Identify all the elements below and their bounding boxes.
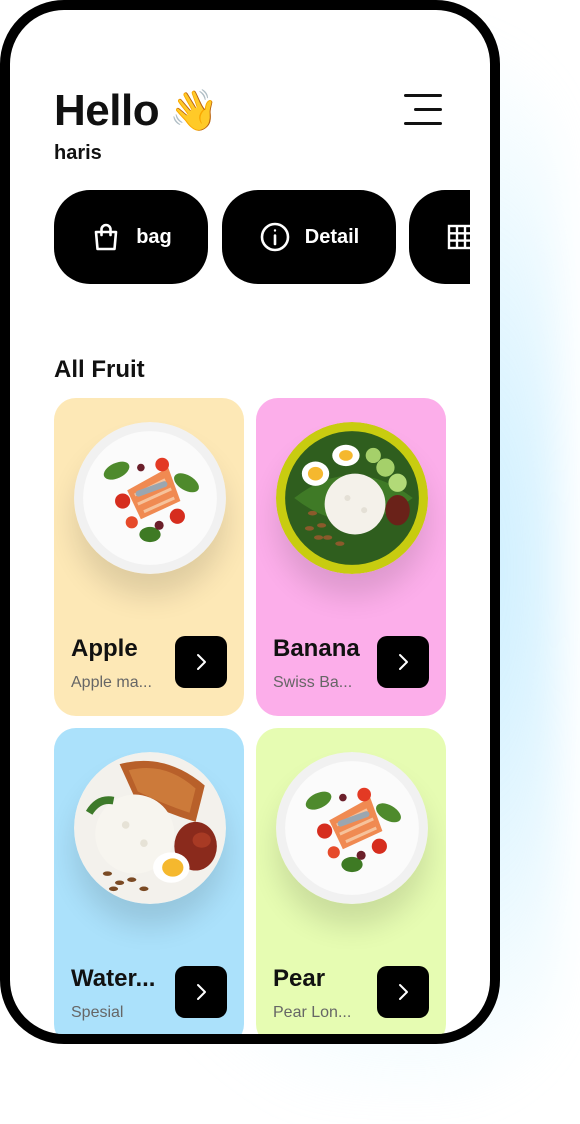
open-watermelon-button[interactable] [175, 966, 227, 1018]
waving-hand-icon: 👋 [169, 89, 219, 133]
detail-label: Detail [304, 225, 360, 248]
rice-chicken-egg-plate-image [74, 752, 226, 904]
info-circle-icon [260, 222, 290, 252]
chevron-right-icon [197, 984, 206, 1000]
fruit-name: Water... [71, 965, 156, 992]
app-screen: Hello 👋 haris bag Detail All Fruit Apple… [10, 10, 490, 1034]
fruit-subtitle: Swiss Ba... [273, 674, 353, 691]
fruit-name: Banana [273, 635, 360, 662]
fruit-subtitle: Apple ma... [71, 674, 152, 691]
menu-line-middle [414, 108, 442, 111]
menu-line-top [404, 94, 442, 97]
fruit-card-apple[interactable]: Apple Apple ma... [54, 398, 244, 716]
action-buttons-row: bag Detail [54, 190, 470, 286]
fruit-subtitle: Spesial [71, 1004, 124, 1021]
nasi-lemak-leaf-plate-image [276, 422, 428, 574]
bag-label: bag [136, 225, 172, 248]
greeting-text: Hello [54, 86, 160, 135]
menu-line-bottom [404, 122, 442, 125]
chevron-right-icon [399, 984, 408, 1000]
salmon-salad-plate-image [74, 422, 226, 574]
shopping-bag-icon [94, 223, 118, 251]
username: haris [54, 142, 102, 164]
chevron-right-icon [399, 654, 408, 670]
open-apple-button[interactable] [175, 636, 227, 688]
grid-button[interactable] [409, 190, 470, 284]
bag-button[interactable]: bag [54, 190, 208, 284]
detail-button[interactable]: Detail [222, 190, 396, 284]
menu-button[interactable] [400, 90, 442, 130]
chevron-right-icon [197, 654, 206, 670]
fruit-card-banana[interactable]: Banana Swiss Ba... [256, 398, 446, 716]
greeting: Hello 👋 [54, 86, 219, 136]
open-pear-button[interactable] [377, 966, 429, 1018]
open-banana-button[interactable] [377, 636, 429, 688]
section-title: All Fruit [54, 356, 145, 383]
fruit-card-pear[interactable]: Pear Pear Lon... [256, 728, 446, 1034]
grid-icon [447, 224, 470, 250]
fruit-name: Pear [273, 965, 326, 992]
fruit-name: Apple [71, 635, 138, 662]
phone-frame: Hello 👋 haris bag Detail All Fruit Apple… [0, 0, 500, 1044]
fruit-subtitle: Pear Lon... [273, 1004, 352, 1021]
fruit-card-watermelon[interactable]: Water... Spesial [54, 728, 244, 1034]
salmon-salad-plate-image [276, 752, 428, 904]
